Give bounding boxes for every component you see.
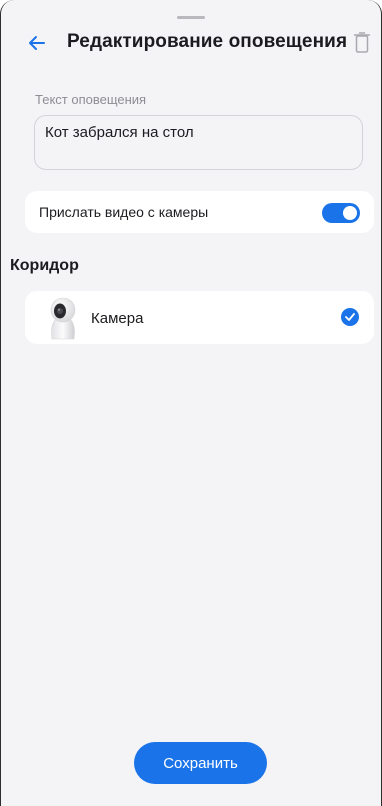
sheet-grabber[interactable]: [177, 16, 205, 19]
send-video-toggle[interactable]: [322, 203, 360, 223]
camera-list-item[interactable]: Камера: [25, 291, 374, 344]
send-video-row: Прислать видео с камеры: [25, 191, 374, 233]
camera-name: Камера: [91, 310, 144, 327]
checkmark-icon: [345, 313, 355, 321]
header: Редактирование оповещения: [1, 26, 381, 60]
toggle-knob: [343, 206, 357, 220]
send-video-label: Прислать видео с камеры: [39, 204, 209, 220]
screen: Редактирование оповещения Текст оповещен…: [0, 0, 382, 806]
trash-icon: [354, 32, 370, 53]
page-title: Редактирование оповещения: [67, 31, 348, 52]
save-button[interactable]: Сохранить: [134, 742, 267, 784]
delete-button[interactable]: [351, 29, 373, 57]
camera-selected-checkbox[interactable]: [341, 308, 359, 326]
back-button[interactable]: [24, 30, 50, 56]
camera-thumbnail-icon: [50, 297, 76, 340]
notification-text-input[interactable]: [34, 115, 363, 170]
notification-text-label: Текст оповещения: [35, 92, 147, 107]
room-title: Коридор: [10, 257, 79, 274]
arrow-left-icon: [29, 36, 45, 50]
